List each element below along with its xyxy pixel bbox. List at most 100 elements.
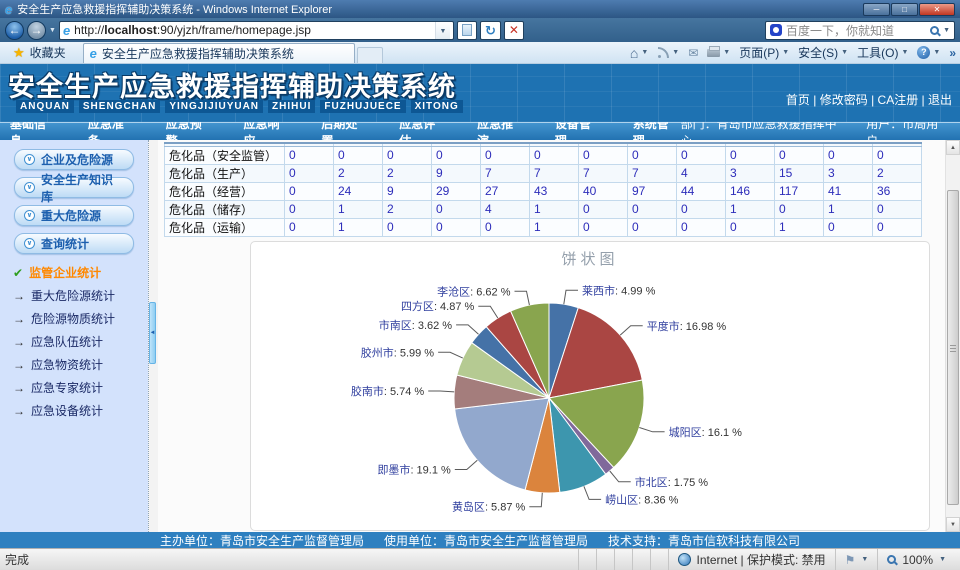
- favorites-button[interactable]: ★ 收藏夹: [4, 42, 75, 63]
- sidebar-collapse-handle[interactable]: ◄: [149, 302, 156, 364]
- chevron-circle-icon: ∨: [24, 238, 35, 249]
- accordion-1[interactable]: ∨企业及危险源: [14, 149, 134, 170]
- history-dropdown-icon[interactable]: ▼: [49, 27, 56, 34]
- search-icon[interactable]: [930, 26, 939, 35]
- zoom-icon: [887, 555, 896, 564]
- cell-value: 0: [383, 218, 432, 236]
- pie-label-connector: [428, 391, 454, 392]
- accordion-4[interactable]: ∨查询统计: [14, 233, 134, 254]
- scroll-down-button[interactable]: ▼: [946, 517, 960, 532]
- check-icon: ✔: [13, 266, 23, 280]
- banner-link-1[interactable]: 首页: [786, 93, 810, 107]
- help-menu[interactable]: ?▼: [917, 46, 940, 59]
- cell-value: 27: [481, 182, 530, 200]
- accordion-3[interactable]: ∨重大危险源: [14, 205, 134, 226]
- cell-value: 4: [481, 200, 530, 218]
- pinyin-chip: FUZHUJUECE: [320, 100, 405, 113]
- pinyin-chip: YINGJIJIUYUAN: [165, 100, 263, 113]
- sidebar-splitter[interactable]: ◄: [148, 140, 158, 532]
- status-zone-empty: [614, 549, 632, 570]
- new-tab-button[interactable]: [357, 47, 383, 63]
- pie-label-莱西市: 莱西市: 4.99 %: [582, 283, 656, 297]
- table-row: 危化品（运输）0100010000100: [165, 218, 922, 236]
- status-zones: Internet | 保护模式: 禁用 ⚑ ▼ 100% ▼: [578, 549, 956, 570]
- row-label: 危化品（安全监管）: [165, 146, 285, 164]
- sidebar-item-3[interactable]: →危险源物质统计: [13, 307, 148, 330]
- cell-value: 3: [726, 164, 775, 182]
- row-label: 危化品（生产）: [165, 164, 285, 182]
- sidebar-item-2[interactable]: →重大危险源统计: [13, 284, 148, 307]
- minimize-button[interactable]: ─: [863, 3, 890, 16]
- cell-value: 1: [775, 218, 824, 236]
- compatibility-view-button[interactable]: [457, 21, 477, 40]
- page-menu[interactable]: 页面(P)▼: [739, 44, 789, 61]
- tools-menu[interactable]: 工具(O)▼: [857, 44, 908, 61]
- forward-button[interactable]: →: [27, 21, 46, 40]
- search-dropdown-icon[interactable]: ▼: [943, 27, 950, 34]
- window-title: 安全生产应急救援指挥辅助决策系统 - Windows Internet Expl…: [17, 1, 332, 17]
- cell-value: 146: [726, 182, 775, 200]
- sidebar-item-5[interactable]: →应急物资统计: [13, 353, 148, 376]
- cell-value: 2: [383, 164, 432, 182]
- address-bar: ← → ▼ e http://localhost:90/yjzh/frame/h…: [0, 18, 960, 42]
- cell-value: 1: [334, 200, 383, 218]
- pie-label-connector: [584, 486, 601, 499]
- filter-zone[interactable]: ⚑ ▼: [835, 549, 878, 570]
- url-dropdown-button[interactable]: ▼: [435, 22, 450, 39]
- cell-value: 7: [481, 164, 530, 182]
- cell-value: 0: [530, 146, 579, 164]
- banner-link-4[interactable]: 退出: [918, 93, 952, 107]
- cell-value: 9: [383, 182, 432, 200]
- pinyin-chip: ZHIHUI: [268, 100, 315, 113]
- scroll-up-button[interactable]: ▲: [946, 140, 960, 155]
- maximize-button[interactable]: □: [891, 3, 918, 16]
- pie-chart: 莱西市: 4.99 %平度市: 16.98 %城阳区: 16.1 %市北区: 1…: [251, 268, 929, 528]
- stop-button[interactable]: ✕: [504, 21, 524, 40]
- cell-value: 0: [285, 182, 334, 200]
- pie-label-市南区: 市南区: 3.62 %: [379, 317, 453, 331]
- mail-button[interactable]: ✉: [688, 46, 698, 60]
- sidebar-item-6[interactable]: →应急专家统计: [13, 376, 148, 399]
- print-button[interactable]: ▼: [707, 49, 730, 57]
- browser-tab[interactable]: e 安全生产应急救援指挥辅助决策系统: [83, 43, 355, 63]
- sidebar-item-7[interactable]: →应急设备统计: [13, 399, 148, 422]
- browser-window: e 安全生产应急救援指挥辅助决策系统 - Windows Internet Ex…: [0, 0, 960, 570]
- flag-icon: ⚑: [845, 553, 856, 567]
- pie-label-崂山区: 崂山区: 8.36 %: [605, 493, 679, 506]
- feeds-button[interactable]: ▼: [657, 47, 679, 59]
- search-box[interactable]: 百度一下，你就知道 ▼: [765, 21, 955, 40]
- refresh-button[interactable]: ↻: [480, 21, 501, 40]
- banner-link-3[interactable]: CA注册: [868, 93, 918, 107]
- tab-title: 安全生产应急救援指挥辅助决策系统: [102, 45, 294, 62]
- cell-value: 97: [628, 182, 677, 200]
- cell-value: 0: [432, 200, 481, 218]
- back-button[interactable]: ←: [5, 21, 24, 40]
- cell-value: 0: [726, 218, 775, 236]
- sidebar-item-4[interactable]: →应急队伍统计: [13, 330, 148, 353]
- vertical-scrollbar[interactable]: ▲ ▼: [945, 140, 960, 532]
- window-controls: ─ □ ✕: [863, 3, 955, 16]
- cell-value: 1: [530, 200, 579, 218]
- banner-link-2[interactable]: 修改密码: [810, 93, 868, 107]
- cell-value: 0: [775, 200, 824, 218]
- app-title: 安全生产应急救援指挥辅助决策系统: [8, 65, 456, 104]
- safety-menu[interactable]: 安全(S)▼: [798, 44, 848, 61]
- scrollbar-thumb[interactable]: [947, 190, 959, 505]
- status-text: 完成: [5, 551, 29, 568]
- page-favicon: e: [63, 25, 70, 36]
- pinyin-chip: XITONG: [411, 100, 463, 113]
- overflow-chevron-icon[interactable]: »: [949, 46, 956, 60]
- url-field[interactable]: e http://localhost:90/yjzh/frame/homepag…: [59, 21, 454, 40]
- cell-value: 0: [285, 164, 334, 182]
- close-button[interactable]: ✕: [919, 3, 955, 16]
- sidebar-item-1[interactable]: ✔监管企业统计: [13, 261, 148, 284]
- zoom-control[interactable]: 100% ▼: [877, 549, 955, 570]
- sidebar-menu: ✔监管企业统计→重大危险源统计→危险源物质统计→应急队伍统计→应急物资统计→应急…: [0, 261, 148, 422]
- command-bar: ★ 收藏夹 e 安全生产应急救援指挥辅助决策系统 ⌂▼ ▼ ✉ ▼ 页面(P)▼…: [0, 42, 960, 64]
- accordion-2[interactable]: ∨安全生产知识库: [14, 177, 134, 198]
- cell-value: 0: [873, 218, 922, 236]
- home-button[interactable]: ⌂▼: [630, 47, 648, 59]
- pie-label-connector: [515, 291, 530, 305]
- compatibility-icon: [462, 24, 472, 36]
- cell-value: 24: [334, 182, 383, 200]
